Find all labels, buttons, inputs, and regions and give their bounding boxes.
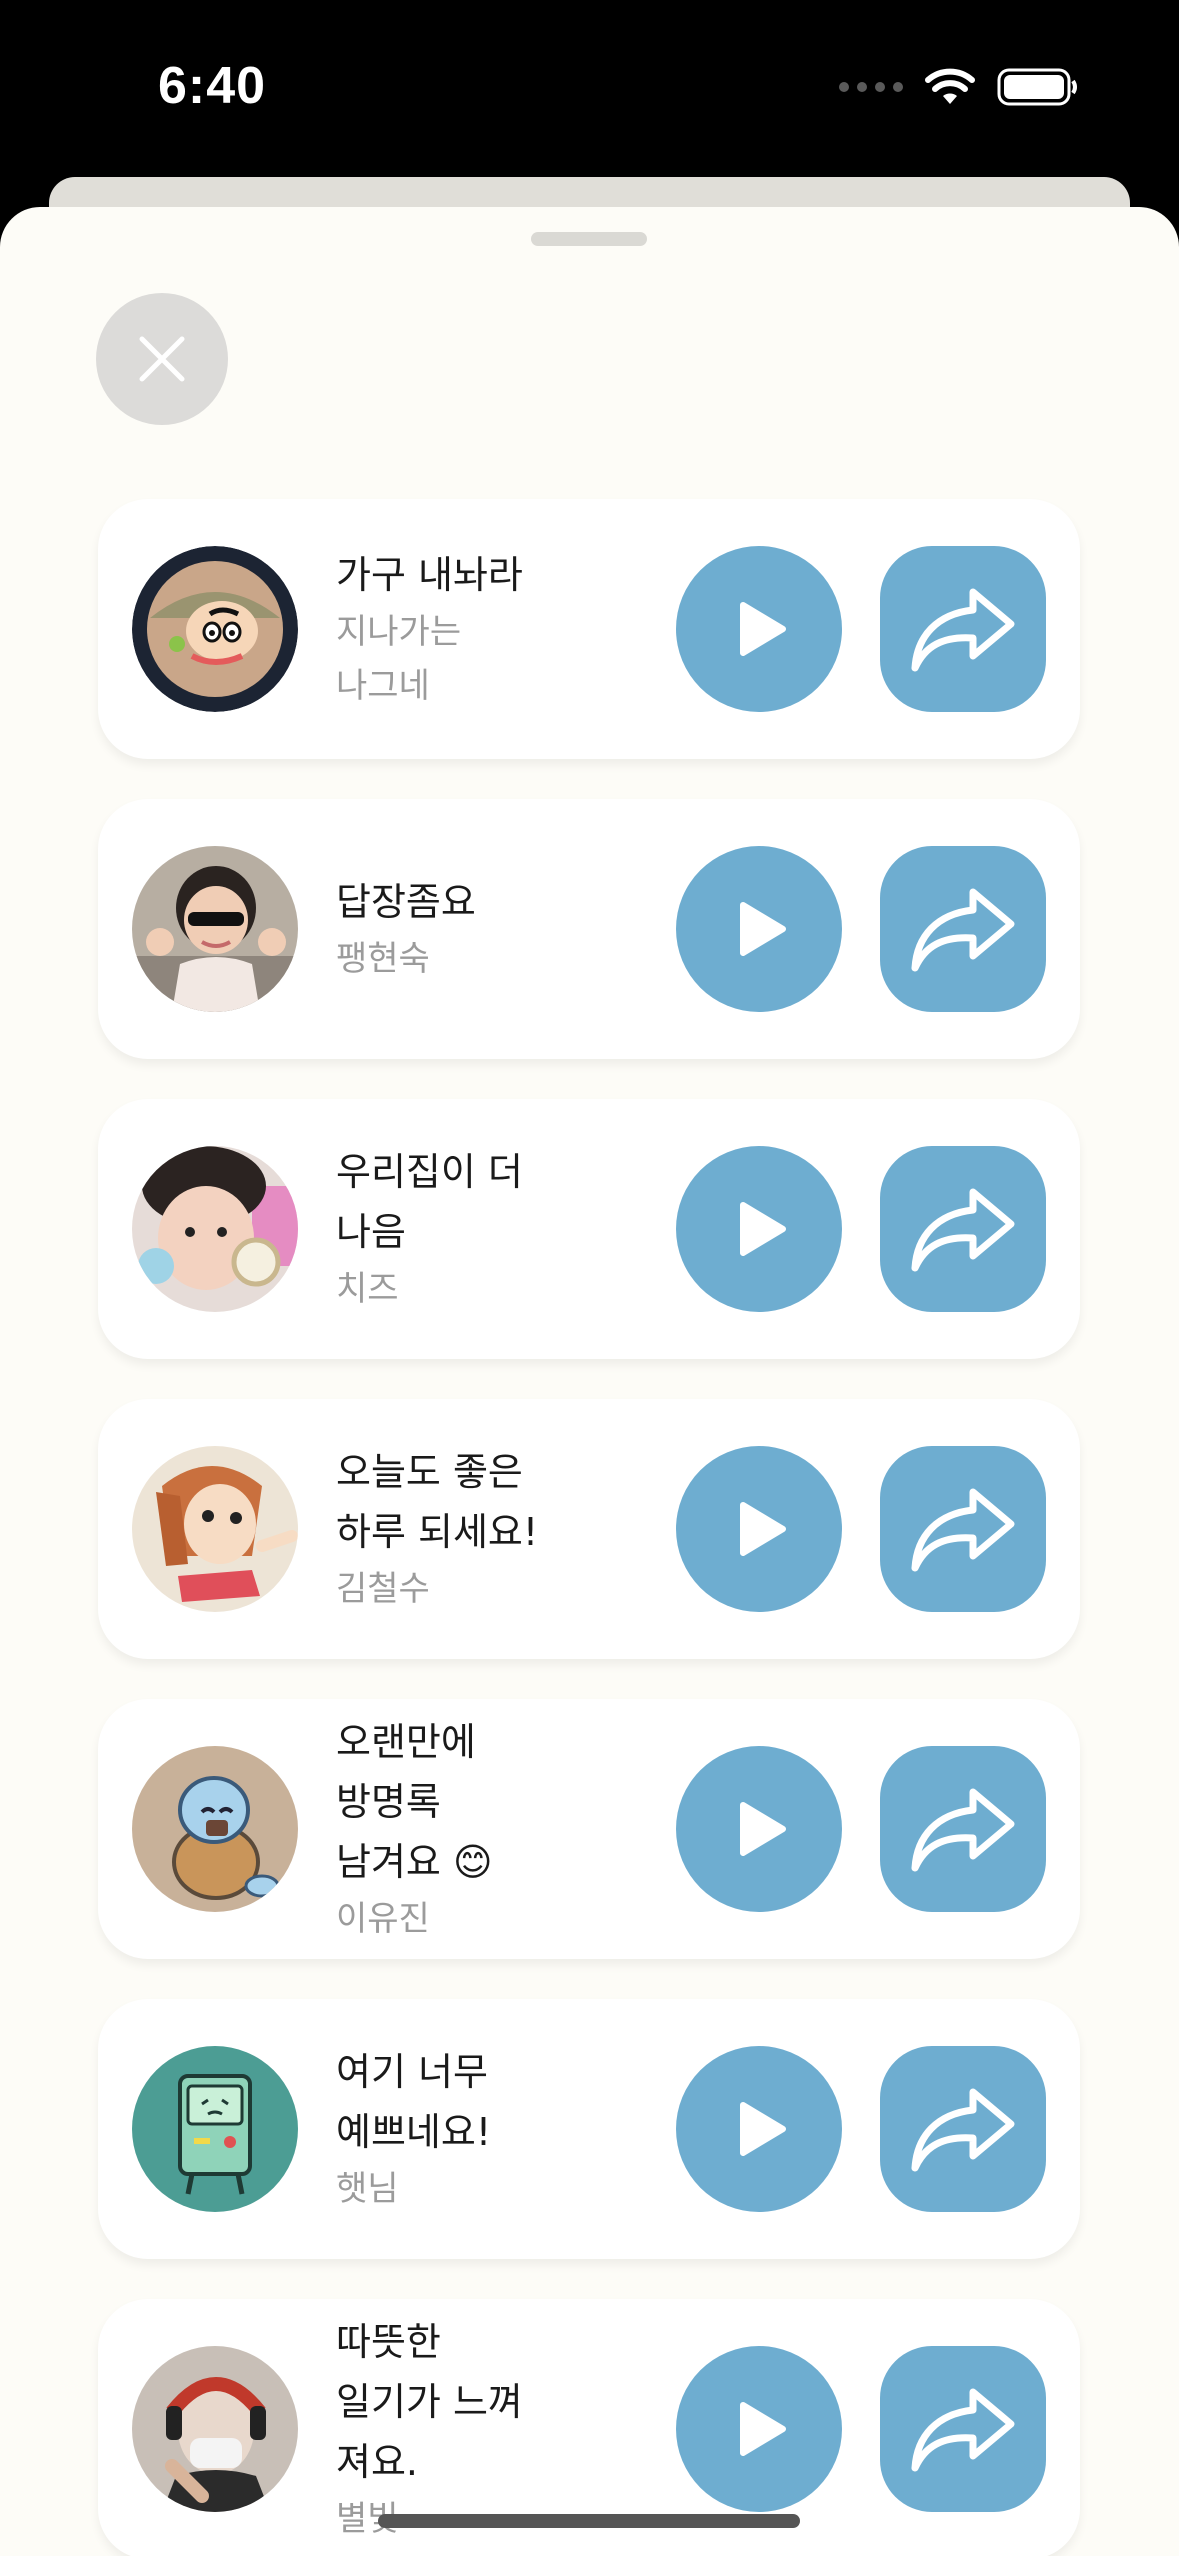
play-button[interactable] bbox=[676, 1746, 842, 1912]
guestbook-message: 오랜만에 방명록 남겨요 😊 bbox=[336, 1720, 493, 1884]
home-indicator[interactable] bbox=[378, 2514, 800, 2528]
share-arrow-icon bbox=[911, 1188, 1015, 1272]
guestbook-message: 우리집이 더 나음 bbox=[336, 1150, 523, 1254]
share-button[interactable] bbox=[880, 2046, 1046, 2212]
guestbook-card: 가구 내놔라 지나가는 나그네 bbox=[98, 499, 1080, 759]
card-texts: 오늘도 좋은 하루 되세요! 김철수 bbox=[336, 1399, 598, 1659]
battery-icon bbox=[997, 68, 1077, 106]
card-texts: 가구 내놔라 지나가는 나그네 bbox=[336, 499, 598, 759]
guestbook-message: 따뜻한 일기가 느껴 져요. bbox=[336, 2320, 523, 2484]
guestbook-message: 여기 너무 예쁘네요! bbox=[336, 2050, 492, 2154]
card-texts: 오랜만에 방명록 남겨요 😊 이유진 bbox=[336, 1699, 598, 1959]
share-button[interactable] bbox=[880, 2346, 1046, 2512]
squirtle-avatar bbox=[132, 1746, 298, 1912]
play-button[interactable] bbox=[676, 2346, 842, 2512]
baby-sunglasses-avatar bbox=[132, 846, 298, 1012]
play-icon bbox=[740, 602, 786, 656]
play-button[interactable] bbox=[676, 546, 842, 712]
share-button[interactable] bbox=[880, 1146, 1046, 1312]
play-icon bbox=[740, 2402, 786, 2456]
guestbook-card: 여기 너무 예쁘네요! 햇님 bbox=[98, 1999, 1080, 2259]
guestbook-author: 팽현숙 bbox=[336, 939, 430, 979]
play-button[interactable] bbox=[676, 1146, 842, 1312]
share-arrow-icon bbox=[911, 1488, 1015, 1572]
status-bar: 6:40 bbox=[0, 0, 1179, 180]
play-button[interactable] bbox=[676, 1446, 842, 1612]
guestbook-card: 답장좀요 팽현숙 bbox=[98, 799, 1080, 1059]
bmo-avatar bbox=[132, 2046, 298, 2212]
guestbook-sheet: 가구 내놔라 지나가는 나그네 답장좀요 팽현숙 우리집이 더 나음 치즈 오늘… bbox=[0, 207, 1179, 2556]
play-icon bbox=[740, 2102, 786, 2156]
guestbook-message: 오늘도 좋은 하루 되세요! bbox=[336, 1450, 539, 1554]
guestbook-author: 김철수 bbox=[336, 1569, 430, 1609]
play-button[interactable] bbox=[676, 2046, 842, 2212]
play-icon bbox=[740, 1502, 786, 1556]
share-arrow-icon bbox=[911, 588, 1015, 672]
sheet-grabber[interactable] bbox=[531, 232, 647, 246]
share-arrow-icon bbox=[911, 1788, 1015, 1872]
share-arrow-icon bbox=[911, 2088, 1015, 2172]
card-texts: 우리집이 더 나음 치즈 bbox=[336, 1099, 598, 1359]
share-button[interactable] bbox=[880, 546, 1046, 712]
guestbook-message: 답장좀요 bbox=[336, 880, 476, 924]
guestbook-author: 치즈 bbox=[336, 1269, 399, 1309]
status-time: 6:40 bbox=[158, 57, 267, 115]
headphones-person-avatar bbox=[132, 2346, 298, 2512]
share-button[interactable] bbox=[880, 1446, 1046, 1612]
share-button[interactable] bbox=[880, 1746, 1046, 1912]
guestbook-card: 오랜만에 방명록 남겨요 😊 이유진 bbox=[98, 1699, 1080, 1959]
wifi-icon bbox=[925, 68, 975, 104]
guestbook-message: 가구 내놔라 bbox=[336, 553, 523, 597]
cellular-signal-icon bbox=[839, 82, 903, 92]
play-icon bbox=[740, 1802, 786, 1856]
guestbook-card: 우리집이 더 나음 치즈 bbox=[98, 1099, 1080, 1359]
guestbook-author: 지나가는 나그네 bbox=[336, 612, 462, 706]
guestbook-card: 오늘도 좋은 하루 되세요! 김철수 bbox=[98, 1399, 1080, 1659]
card-texts: 여기 너무 예쁘네요! 햇님 bbox=[336, 1999, 598, 2259]
status-icons bbox=[839, 62, 1079, 112]
guestbook-author: 이유진 bbox=[336, 1899, 430, 1939]
close-button[interactable] bbox=[96, 293, 228, 425]
card-texts: 답장좀요 팽현숙 bbox=[336, 799, 598, 1059]
cartoon-girl-avatar bbox=[132, 1446, 298, 1612]
shin-chan-avatar bbox=[132, 546, 298, 712]
share-arrow-icon bbox=[911, 2388, 1015, 2472]
play-icon bbox=[740, 1202, 786, 1256]
share-button[interactable] bbox=[880, 846, 1046, 1012]
play-icon bbox=[740, 902, 786, 956]
play-button[interactable] bbox=[676, 846, 842, 1012]
guestbook-author: 햇님 bbox=[336, 2169, 399, 2209]
close-icon bbox=[139, 336, 185, 382]
child-photo-avatar bbox=[132, 1146, 298, 1312]
share-arrow-icon bbox=[911, 888, 1015, 972]
